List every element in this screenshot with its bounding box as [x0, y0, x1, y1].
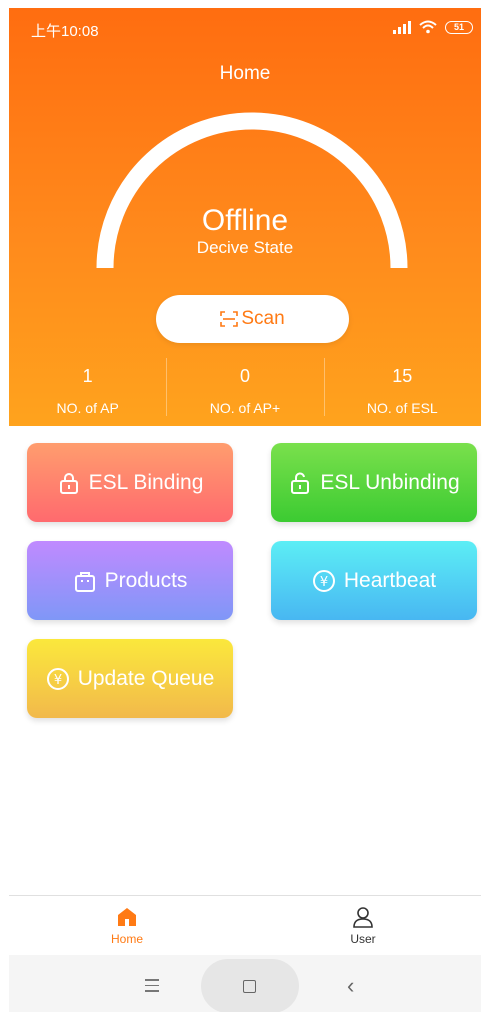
- stat-esl: 15 NO. of ESL: [323, 356, 481, 420]
- scan-label: Scan: [241, 308, 285, 329]
- square-icon: [243, 980, 256, 993]
- header: 上午10:08 51 Home Offline Decive State Sca…: [9, 8, 481, 426]
- bottom-nav: Home User: [9, 895, 481, 955]
- stat-ap: 1 NO. of AP: [9, 356, 166, 420]
- unlock-icon: [291, 472, 310, 494]
- stat-ap-plus: 0 NO. of AP+: [166, 356, 323, 420]
- heartbeat-label: Heartbeat: [343, 568, 437, 592]
- scan-button[interactable]: Scan: [156, 295, 349, 343]
- svg-text:¥: ¥: [54, 673, 62, 688]
- device-state-label: Decive State: [196, 238, 294, 257]
- products-label: Products: [104, 568, 188, 592]
- back-icon[interactable]: ‹: [347, 973, 354, 999]
- esl-unbinding-label: ESL Unbinding: [320, 470, 460, 494]
- stat-ap-plus-value: 0: [239, 366, 250, 386]
- update-queue-button[interactable]: ¥ Update Queue: [27, 639, 233, 718]
- yen-circle-icon: ¥: [46, 667, 69, 690]
- stat-esl-value: 15: [392, 366, 413, 386]
- user-icon: [353, 907, 373, 928]
- home-icon: [118, 908, 136, 926]
- products-button[interactable]: Products: [27, 541, 233, 620]
- esl-binding-button[interactable]: ESL Binding: [27, 443, 233, 522]
- nav-user[interactable]: User: [245, 896, 481, 955]
- stat-ap-value: 1: [82, 366, 93, 386]
- nav-home[interactable]: Home: [9, 896, 245, 955]
- heartbeat-button[interactable]: ¥ Heartbeat: [271, 541, 477, 620]
- device-state-gauge: [96, 112, 408, 269]
- scan-icon: [220, 311, 239, 327]
- stats-row: 1 NO. of AP 0 NO. of AP+ 15 NO. of ESL: [9, 356, 481, 420]
- stat-esl-label: NO. of ESL: [366, 400, 438, 416]
- svg-text:¥: ¥: [320, 575, 328, 590]
- nav-user-label: User: [350, 932, 376, 946]
- esl-binding-label: ESL Binding: [88, 470, 204, 494]
- stat-ap-plus-label: NO. of AP+: [209, 400, 281, 416]
- lock-icon: [59, 472, 78, 494]
- yen-circle-icon: ¥: [312, 569, 335, 592]
- shopping-bag-icon: [74, 571, 95, 592]
- esl-unbinding-button[interactable]: ESL Unbinding: [271, 443, 477, 522]
- menu-icon[interactable]: [145, 979, 159, 996]
- update-queue-label: Update Queue: [77, 666, 215, 690]
- stat-ap-label: NO. of AP: [56, 400, 119, 416]
- nav-home-label: Home: [110, 932, 143, 946]
- system-nav-bar: ‹: [9, 955, 481, 1012]
- device-state-value: Offline: [201, 204, 289, 237]
